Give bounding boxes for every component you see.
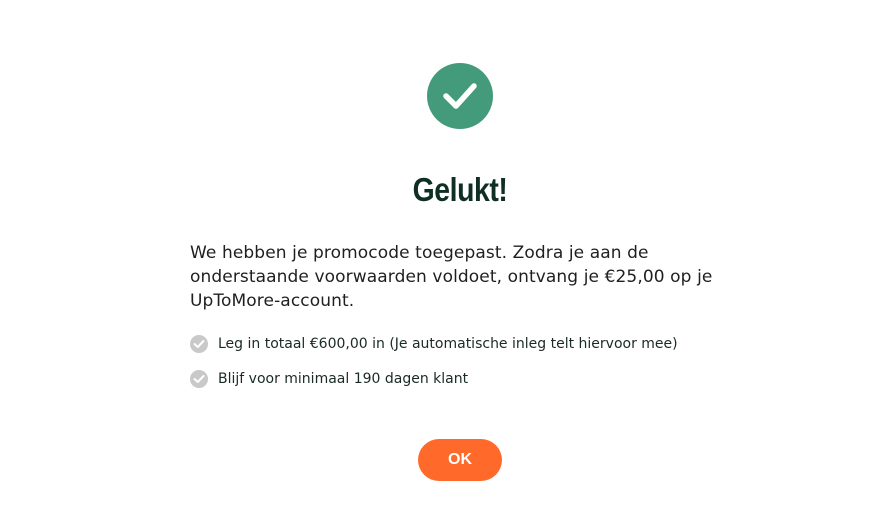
conditions-list: Leg in totaal €600,00 in (Je automatisch… [190, 333, 678, 403]
ok-button[interactable]: OK [418, 439, 502, 481]
check-circle-icon [190, 335, 208, 353]
condition-item: Blijf voor minimaal 190 dagen klant [190, 368, 678, 390]
message-line: UpToMore-account. [190, 291, 355, 311]
condition-text: Blijf voor minimaal 190 dagen klant [218, 371, 469, 387]
message-line: We hebben je promocode toegepast. Zodra … [190, 243, 649, 263]
condition-item: Leg in totaal €600,00 in (Je automatisch… [190, 333, 678, 355]
condition-text: Leg in totaal €600,00 in (Je automatisch… [218, 336, 678, 352]
dialog-message: We hebben je promocode toegepast. Zodra … [190, 241, 713, 313]
checkmark-icon [443, 83, 477, 109]
message-line: onderstaande voorwaarden voldoet, ontvan… [190, 267, 713, 287]
check-circle-icon [190, 370, 208, 388]
success-check-icon [427, 63, 493, 129]
promo-success-dialog: Gelukt! We hebben je promocode toegepast… [0, 0, 885, 513]
dialog-title: Gelukt! [412, 171, 508, 208]
